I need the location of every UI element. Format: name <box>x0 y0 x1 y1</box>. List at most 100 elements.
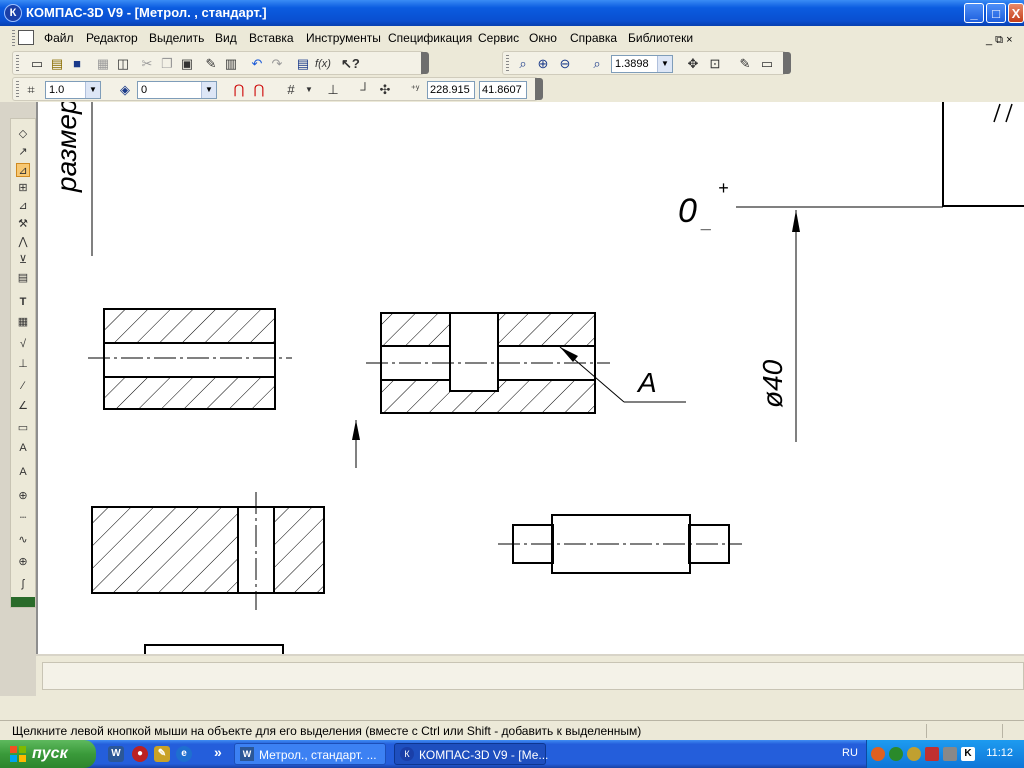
chevron-down-icon[interactable]: ▼ <box>301 82 317 98</box>
menu-select[interactable]: Выделить <box>149 31 204 45</box>
drawing-canvas[interactable]: размер 0 + _ ø40 A <box>36 102 1024 654</box>
tolerance-base-label[interactable]: 0 <box>678 192 697 230</box>
centerline-icon[interactable]: ┄ <box>16 511 30 525</box>
refresh-icon[interactable]: ✎ <box>737 56 753 72</box>
manager-icon[interactable]: ▤ <box>295 56 311 72</box>
cursor-step-icon[interactable]: ⌗ <box>23 82 39 98</box>
form-tolerance-icon[interactable]: ▭ <box>16 421 30 435</box>
local-snap-icon[interactable]: ⋂ <box>251 82 267 98</box>
dimensions-icon[interactable]: ↗ <box>16 145 30 159</box>
table-icon[interactable]: ▦ <box>16 315 30 329</box>
properties-icon[interactable]: ▥ <box>223 56 239 72</box>
layer-combo[interactable]: 0 ▼ <box>137 81 217 99</box>
tray-expand-icon[interactable] <box>871 747 885 761</box>
zoom-in-icon[interactable]: ⊕ <box>535 56 551 72</box>
section-line-icon[interactable]: A <box>16 465 30 479</box>
mdi-window-controls[interactable]: _ ⧉ × <box>986 34 1013 47</box>
zoom-out-icon[interactable]: ⊖ <box>557 56 573 72</box>
variables-fx-icon[interactable]: f(x) <box>315 56 331 72</box>
format-brush-icon[interactable]: ✎ <box>203 56 219 72</box>
zoom-scale-combo[interactable]: 1.3898 ▼ <box>611 55 673 73</box>
tray-volume-icon[interactable] <box>943 747 957 761</box>
redo-icon[interactable]: ↷ <box>269 56 285 72</box>
geometry-icon[interactable]: ◇ <box>16 127 30 141</box>
associative-views-icon[interactable]: ⊻ <box>16 253 30 267</box>
coordinate-x-field[interactable]: 228.915 <box>427 81 475 99</box>
step-combo[interactable]: 1.0 ▼ <box>45 81 101 99</box>
roughness-icon[interactable]: √ <box>16 337 30 351</box>
print-preview-icon[interactable]: ◫ <box>115 56 131 72</box>
toolbar-end-handle[interactable] <box>421 52 429 74</box>
part-slotted-section[interactable] <box>366 312 610 414</box>
save-icon[interactable]: ■ <box>69 56 85 72</box>
menu-specification[interactable]: Спецификация <box>388 31 472 45</box>
tray-shield-icon[interactable] <box>925 747 939 761</box>
break-line-icon[interactable]: ʃ <box>16 577 30 591</box>
center-mark-icon[interactable]: ⊕ <box>16 555 30 569</box>
tool-quicklaunch-icon[interactable]: ✎ <box>154 746 170 762</box>
kompas-app-icon[interactable]: К <box>4 4 22 22</box>
open-folder-icon[interactable]: ▤ <box>49 56 65 72</box>
zoom-window-icon[interactable]: ⌕ <box>515 56 531 72</box>
view-arrow-icon[interactable]: A <box>16 441 30 455</box>
local-cs-icon[interactable]: ⊥ <box>325 82 341 98</box>
menu-service[interactable]: Сервис <box>478 31 519 45</box>
language-indicator[interactable]: RU <box>842 747 858 759</box>
menu-insert[interactable]: Вставка <box>249 31 294 45</box>
editing-icon[interactable]: ⊞ <box>16 181 30 195</box>
leader-icon[interactable]: ∕ <box>16 379 30 393</box>
layers-view-icon[interactable]: ▭ <box>759 56 775 72</box>
toolbar-end-handle[interactable] <box>535 78 543 100</box>
document-icon[interactable] <box>18 30 34 45</box>
close-button[interactable]: X <box>1008 3 1024 23</box>
zoom-scale-icon[interactable]: ⌕ <box>589 56 605 72</box>
tray-kaspersky-icon[interactable]: K <box>961 747 975 761</box>
clock[interactable]: 11:12 <box>986 747 1013 759</box>
drawing-svg[interactable]: размер 0 + _ ø40 A <box>38 102 1024 654</box>
toolbar-grip[interactable] <box>16 81 19 97</box>
help-pointer-icon[interactable]: ↖? <box>341 56 360 72</box>
quicklaunch-more-icon[interactable]: » <box>214 744 222 760</box>
tray-security-icon[interactable] <box>907 747 921 761</box>
menu-window[interactable]: Окно <box>529 31 557 45</box>
undo-icon[interactable]: ↶ <box>249 56 265 72</box>
pan-icon[interactable]: ✥ <box>685 56 701 72</box>
media-quicklaunch-icon[interactable]: ● <box>132 746 148 762</box>
title-block-fragment[interactable] <box>942 102 1024 207</box>
toolbar-end-handle[interactable] <box>783 52 791 74</box>
part-tube-section[interactable] <box>88 308 292 410</box>
print-icon[interactable]: ▦ <box>95 56 111 72</box>
menu-view[interactable]: Вид <box>215 31 237 45</box>
menu-file[interactable]: Файл <box>44 31 74 45</box>
copy-icon[interactable]: ❐ <box>159 56 175 72</box>
tolerance-plus-label[interactable]: + <box>718 178 729 198</box>
designations-icon[interactable]: ⊿ <box>16 163 30 177</box>
minimize-button[interactable]: _ <box>964 3 984 23</box>
base-icon[interactable]: ⊥ <box>16 357 30 371</box>
grid-icon[interactable]: # <box>283 82 299 98</box>
toolbar-grip[interactable] <box>16 55 19 71</box>
select-icon[interactable]: ⋀ <box>16 235 30 249</box>
ie-quicklaunch-icon[interactable]: e <box>176 746 192 762</box>
menu-edit[interactable]: Редактор <box>86 31 138 45</box>
text-icon[interactable]: T <box>16 295 30 309</box>
diameter-label[interactable]: ø40 <box>757 359 788 408</box>
maximize-button[interactable]: □ <box>986 3 1006 23</box>
taskbar-task-kompas[interactable]: К КОМПАС-3D V9 - [Ме... <box>394 743 548 765</box>
snap-magnet-icon[interactable]: ⋂ <box>231 82 247 98</box>
layer-icon[interactable]: ◈ <box>117 82 133 98</box>
wave-line-icon[interactable]: ∿ <box>16 533 30 547</box>
vertical-size-text[interactable]: размер <box>51 102 82 193</box>
chevron-down-icon[interactable]: ▼ <box>85 82 100 98</box>
measure-icon[interactable]: ⚒ <box>16 217 30 231</box>
part-block-section[interactable] <box>91 492 325 610</box>
callout-label[interactable]: A <box>636 367 657 398</box>
tolerance-minus-label[interactable]: _ <box>700 212 712 232</box>
ortho-mode-icon[interactable]: ┘ <box>357 82 373 98</box>
properties-panel-body[interactable] <box>42 662 1024 690</box>
cut-icon[interactable]: ✂ <box>139 56 155 72</box>
chevron-down-icon[interactable]: ▼ <box>657 56 672 72</box>
snap-settings-icon[interactable]: ✣ <box>377 82 393 98</box>
menu-libraries[interactable]: Библиотеки <box>628 31 693 45</box>
new-document-icon[interactable]: ▭ <box>29 56 45 72</box>
